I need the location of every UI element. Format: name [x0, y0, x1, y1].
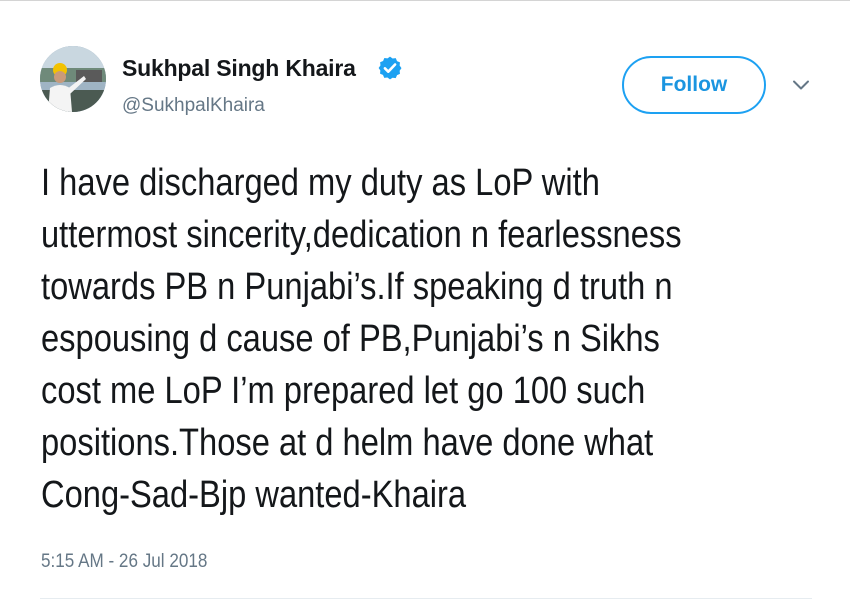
user-handle[interactable]: @SukhpalKhaira [122, 95, 265, 117]
tweet-card: Sukhpal Singh Khaira @SukhpalKhaira Foll… [0, 0, 850, 600]
tweet-text-line: uttermost sincerity,dedication n fearles… [41, 214, 682, 256]
tweet-text-line: I have discharged my duty as LoP with [41, 162, 600, 204]
tweet-text-line: positions.Those at d helm have done what [41, 422, 654, 464]
follow-button[interactable]: Follow [622, 56, 766, 114]
tweet-text-line: cost me LoP I’m prepared let go 100 such [41, 370, 646, 412]
display-name[interactable]: Sukhpal Singh Khaira [122, 55, 356, 82]
verified-badge-icon [378, 56, 402, 80]
tweet-text-line: towards PB n Punjabi’s.If speaking d tru… [41, 266, 673, 308]
tweet-text-line: Cong-Sad-Bjp wanted-Khaira [41, 474, 467, 516]
chevron-down-icon[interactable] [790, 74, 812, 96]
tweet-text: I have discharged my duty as LoP with ut… [41, 157, 720, 521]
avatar[interactable] [40, 46, 106, 112]
tweet-text-line: espousing d cause of PB,Punjabi’s n Sikh… [41, 318, 660, 360]
tweet-timestamp[interactable]: 5:15 AM - 26 Jul 2018 [41, 551, 207, 573]
divider [40, 598, 812, 599]
